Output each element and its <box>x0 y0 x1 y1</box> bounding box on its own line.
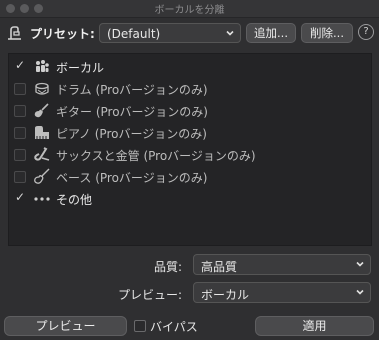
stem-checkbox[interactable] <box>14 83 26 95</box>
more-dots-icon <box>34 197 50 201</box>
piano-icon <box>35 126 49 139</box>
stem-row-bass[interactable]: ベース (Proバージョンのみ) <box>9 166 371 188</box>
help-button[interactable]: ? <box>358 24 374 40</box>
vocals-icon <box>36 60 49 72</box>
checkmark-icon[interactable]: ✓ <box>15 58 25 72</box>
stem-row-vocals[interactable]: ✓ ボーカル <box>9 56 371 78</box>
stem-label: サックスと金管 (Proバージョンのみ) <box>56 149 256 163</box>
add-preset-button[interactable]: 追加... <box>246 23 296 43</box>
stem-label: ボーカル <box>56 61 105 75</box>
stem-label: ドラム (Proバージョンのみ) <box>56 83 208 97</box>
drum-icon <box>35 82 49 95</box>
stem-label: ベース (Proバージョンのみ) <box>56 171 208 185</box>
apply-button[interactable]: 適用 <box>255 316 374 336</box>
title-bar: ボーカルを分離 <box>0 0 379 18</box>
stem-label: ギター (Proバージョンのみ) <box>56 105 208 119</box>
preview-select-label: プレビュー: <box>117 288 182 302</box>
preview-select-value: ボーカル <box>201 288 250 302</box>
saxophone-icon <box>34 147 50 161</box>
preset-select-value: (Default) <box>107 27 161 41</box>
delete-preset-button[interactable]: 削除... <box>301 23 353 43</box>
preset-label: プリセット: <box>30 27 95 41</box>
stem-checkbox[interactable] <box>14 105 26 117</box>
stem-label: その他 <box>56 193 93 207</box>
chevron-down-icon <box>226 30 234 36</box>
preset-hand-icon <box>8 26 21 40</box>
stem-checkbox[interactable] <box>14 127 26 139</box>
preview-select[interactable]: ボーカル <box>193 282 371 303</box>
bass-guitar-icon <box>34 168 50 184</box>
window-title: ボーカルを分離 <box>154 5 225 16</box>
stem-row-drums[interactable]: ドラム (Proバージョンのみ) <box>9 78 371 100</box>
stem-row-guitar[interactable]: ギター (Proバージョンのみ) <box>9 100 371 122</box>
quality-select[interactable]: 高品質 <box>193 254 371 275</box>
stem-row-saxophone[interactable]: サックスと金管 (Proバージョンのみ) <box>9 144 371 166</box>
stem-checkbox[interactable] <box>14 171 26 183</box>
preset-select[interactable]: (Default) <box>99 23 241 43</box>
checkmark-icon[interactable]: ✓ <box>15 190 25 204</box>
guitar-icon <box>34 103 49 118</box>
stem-label: ピアノ (Proバージョンのみ) <box>56 127 207 141</box>
bypass-label: バイパス <box>150 320 198 334</box>
stem-row-piano[interactable]: ピアノ (Proバージョンのみ) <box>9 122 371 144</box>
stem-checkbox[interactable] <box>14 149 26 161</box>
stem-row-other[interactable]: ✓ その他 <box>9 188 371 210</box>
bypass-checkbox[interactable] <box>134 320 146 332</box>
stem-list: ✓ ボーカル ドラム (Proバージョンのみ) ギター (Proバージョンのみ) <box>8 53 372 246</box>
chevron-down-icon <box>356 289 364 295</box>
quality-label: 品質: <box>153 260 182 274</box>
preview-button[interactable]: プレビュー <box>4 316 127 336</box>
quality-select-value: 高品質 <box>201 260 238 274</box>
chevron-down-icon <box>356 261 364 267</box>
